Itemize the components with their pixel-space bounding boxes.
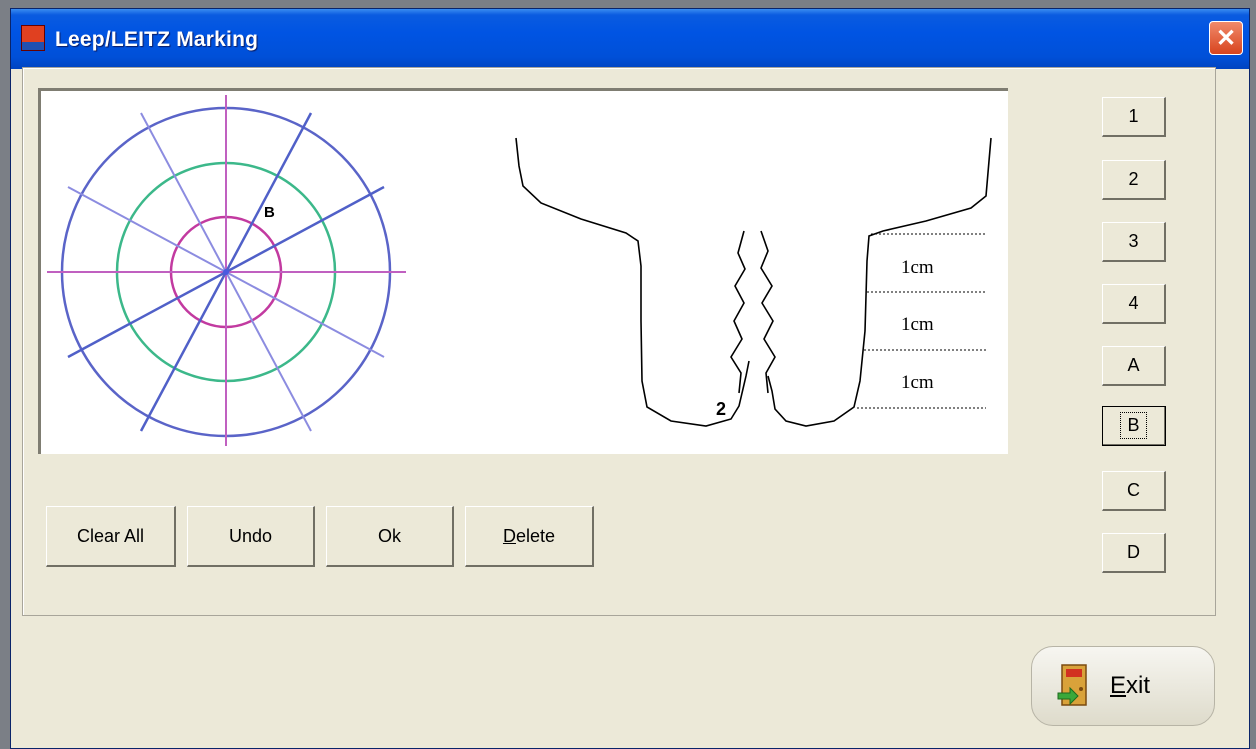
marker-button-a[interactable]: A bbox=[1102, 346, 1166, 386]
depth-label: 1cm bbox=[901, 372, 934, 393]
marker-button-b[interactable]: B bbox=[1102, 406, 1166, 446]
close-icon: ✕ bbox=[1215, 24, 1237, 52]
canal-left bbox=[730, 230, 746, 394]
clock-diagram: B bbox=[47, 95, 406, 446]
exit-label: Exit bbox=[1110, 672, 1150, 700]
canal-right bbox=[760, 230, 776, 394]
marker-button-2[interactable]: 2 bbox=[1102, 160, 1166, 200]
label-rest: elete bbox=[515, 525, 556, 546]
title-bar[interactable]: Leep/LEITZ Marking ✕ bbox=[11, 9, 1249, 69]
button-label: 3 bbox=[1128, 231, 1139, 251]
marker-button-4[interactable]: 4 bbox=[1102, 284, 1166, 324]
window-title: Leep/LEITZ Marking bbox=[55, 28, 259, 51]
button-label: 4 bbox=[1128, 293, 1139, 313]
button-label: B bbox=[1120, 412, 1147, 439]
ok-button[interactable]: Ok bbox=[326, 506, 454, 567]
button-label: 1 bbox=[1128, 106, 1139, 126]
clock-mark-label: B bbox=[264, 204, 275, 221]
undo-button[interactable]: Undo bbox=[187, 506, 315, 567]
close-button[interactable]: ✕ bbox=[1209, 21, 1243, 55]
marker-button-1[interactable]: 1 bbox=[1102, 97, 1166, 137]
button-label: A bbox=[1127, 355, 1140, 375]
mnemonic: D bbox=[502, 525, 516, 546]
button-label: Delete bbox=[503, 526, 555, 547]
button-label: Ok bbox=[377, 525, 401, 546]
clear-all-button[interactable]: Clear All bbox=[46, 506, 176, 567]
button-label: C bbox=[1127, 480, 1140, 500]
marker-button-c[interactable]: C bbox=[1102, 471, 1166, 511]
right-wall bbox=[767, 137, 992, 427]
mnemonic: E bbox=[1110, 672, 1127, 699]
exit-button[interactable]: Exit bbox=[1031, 646, 1215, 726]
depth-label: 1cm bbox=[901, 257, 934, 278]
exit-door-icon bbox=[1056, 663, 1092, 709]
left-wall bbox=[515, 137, 750, 427]
button-label: D bbox=[1127, 542, 1140, 562]
marking-diagram[interactable]: B 1cm 1cm 1cm 2 bbox=[41, 91, 1008, 454]
button-label: Clear All bbox=[76, 525, 145, 546]
label-rest: xit bbox=[1126, 672, 1151, 699]
marker-button-d[interactable]: D bbox=[1102, 533, 1166, 573]
button-label: 2 bbox=[1128, 169, 1139, 189]
delete-button[interactable]: Delete bbox=[465, 506, 594, 567]
depth-label: 1cm bbox=[901, 314, 934, 335]
app-icon bbox=[21, 25, 45, 51]
marker-button-3[interactable]: 3 bbox=[1102, 222, 1166, 262]
button-label: Undo bbox=[228, 525, 273, 546]
drawing-canvas[interactable]: B 1cm 1cm 1cm 2 bbox=[38, 88, 1008, 454]
cervix-mark-label: 2 bbox=[716, 399, 726, 419]
